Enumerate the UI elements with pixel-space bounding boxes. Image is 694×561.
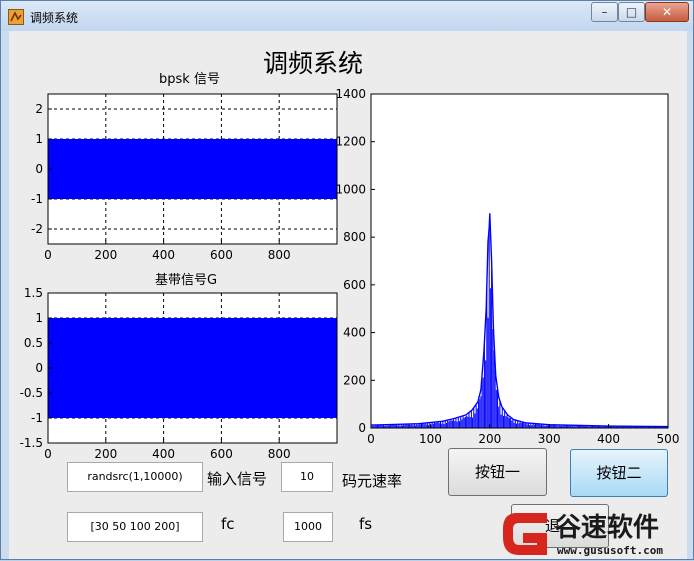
y-tick-label: 1	[35, 311, 43, 325]
app-window: 调频系统 – □ ✕ 调频系统 bpsk 信号 0 200 400 600 800 2 1 0…	[0, 0, 694, 560]
x-tick-label: 0	[44, 447, 52, 461]
x-tick-label: 300	[538, 432, 561, 446]
bpsk-chart: 0 200 400 600 800 2 1 0 -1 -2	[31, 93, 338, 262]
fc-label: fc	[221, 515, 235, 533]
signal-band	[48, 139, 337, 199]
watermark: 谷速软件 www.gususoft.com	[497, 505, 694, 561]
fs-label: fs	[359, 515, 373, 533]
minimize-button[interactable]: –	[591, 2, 618, 22]
y-tick-label: 400	[343, 326, 366, 340]
y-tick-label: -1	[31, 411, 43, 425]
y-tick-label: 1400	[335, 87, 366, 101]
y-tick-label: -1	[31, 192, 43, 206]
y-tick-label: 1	[35, 132, 43, 146]
rate-label: 码元速率	[342, 472, 403, 490]
watermark-url: www.gususoft.com	[557, 544, 663, 557]
signal-input[interactable]: randsrc(1,10000)	[67, 462, 203, 492]
fc-input[interactable]: [30 50 100 200]	[67, 512, 203, 542]
x-tick-label: 800	[268, 248, 291, 262]
signal-label: 输入信号	[207, 470, 268, 488]
x-tick-label: 600	[210, 248, 233, 262]
x-tick-label: 400	[597, 432, 620, 446]
y-tick-label: 1000	[335, 182, 366, 196]
x-tick-label: 500	[657, 432, 680, 446]
x-tick-label: 200	[94, 248, 117, 262]
plot-area	[371, 94, 668, 428]
spectrum-chart: 0 100 200 300 400 500 1400 1200 1000 800 600 400 200…	[335, 87, 680, 446]
rate-input[interactable]: 10	[281, 462, 333, 492]
title-bar[interactable]: 调频系统 – □ ✕	[1, 1, 693, 31]
watermark-name: 谷速软件	[555, 513, 660, 543]
window-title: 调频系统	[30, 11, 79, 25]
gusu-logo-icon	[503, 513, 547, 555]
x-tick-label: 200	[94, 447, 117, 461]
x-tick-label: 200	[478, 432, 501, 446]
signal-band	[48, 318, 337, 418]
baseband-chart: 0 200 400 600 800 1.5 1 0.5 0 -0.5 -1 -1.5	[20, 286, 338, 461]
x-tick-label: 0	[44, 248, 52, 262]
y-tick-label: 2	[35, 102, 43, 116]
figure-title: 调频系统	[263, 49, 364, 78]
y-tick-label: 0	[358, 421, 366, 435]
y-tick-label: 0.5	[24, 336, 43, 350]
y-tick-label: -1.5	[20, 436, 43, 450]
y-tick-label: 0	[35, 162, 43, 176]
y-tick-label: -0.5	[20, 386, 43, 400]
x-tick-label: 0	[367, 432, 375, 446]
button-two[interactable]: 按钮二	[570, 449, 668, 497]
y-tick-label: 1200	[335, 135, 366, 149]
y-tick-label: 800	[343, 230, 366, 244]
y-tick-label: 1.5	[24, 286, 43, 300]
x-tick-label: 600	[210, 447, 233, 461]
x-tick-label: 400	[152, 447, 175, 461]
x-tick-label: 400	[152, 248, 175, 262]
y-tick-label: 200	[343, 373, 366, 387]
fs-input[interactable]: 1000	[283, 512, 333, 542]
x-tick-label: 100	[419, 432, 442, 446]
y-tick-label: -2	[31, 222, 43, 236]
y-tick-label: 600	[343, 278, 366, 292]
button-one[interactable]: 按钮一	[448, 448, 547, 496]
matlab-icon	[8, 9, 24, 25]
y-tick-label: 0	[35, 361, 43, 375]
close-button[interactable]: ✕	[645, 2, 689, 22]
maximize-button[interactable]: □	[618, 2, 645, 22]
x-tick-label: 800	[268, 447, 291, 461]
